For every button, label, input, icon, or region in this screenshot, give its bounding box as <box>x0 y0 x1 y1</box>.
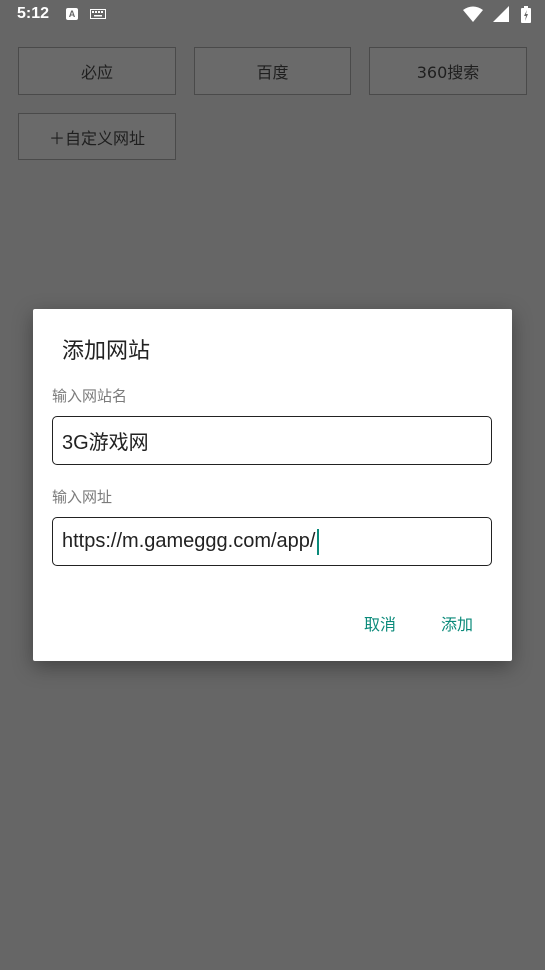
biying-button[interactable]: 必应 <box>18 47 176 95</box>
dialog-title: 添加网站 <box>62 339 151 364</box>
site-name-input[interactable]: 3G游戏网 <box>52 416 492 465</box>
signal-icon <box>493 6 509 22</box>
site-url-value: https://m.gameggg.com/app/ <box>62 530 316 552</box>
add-button[interactable]: 添加 <box>441 611 473 635</box>
site-name-label: 输入网站名 <box>52 387 128 405</box>
status-bar: 5:12 A <box>0 0 545 30</box>
keyboard-icon <box>90 9 106 19</box>
battery-icon <box>521 6 531 23</box>
site-url-label: 输入网址 <box>52 488 113 506</box>
wifi-icon <box>463 6 483 22</box>
site-name-value: 3G游戏网 <box>62 432 149 454</box>
status-time: 5:12 <box>17 5 50 22</box>
baidu-button[interactable]: 百度 <box>194 47 351 95</box>
site-url-input[interactable]: https://m.gameggg.com/app/ <box>52 517 492 566</box>
add-custom-url-button[interactable]: ＋自定义网址 <box>18 113 176 160</box>
text-cursor <box>317 528 320 555</box>
notification-a-icon: A <box>66 8 78 20</box>
cancel-button[interactable]: 取消 <box>364 611 396 635</box>
360-search-button[interactable]: 360搜索 <box>369 47 527 95</box>
add-site-dialog: 添加网站 输入网站名 3G游戏网 输入网址 https://m.gameggg.… <box>33 309 512 661</box>
